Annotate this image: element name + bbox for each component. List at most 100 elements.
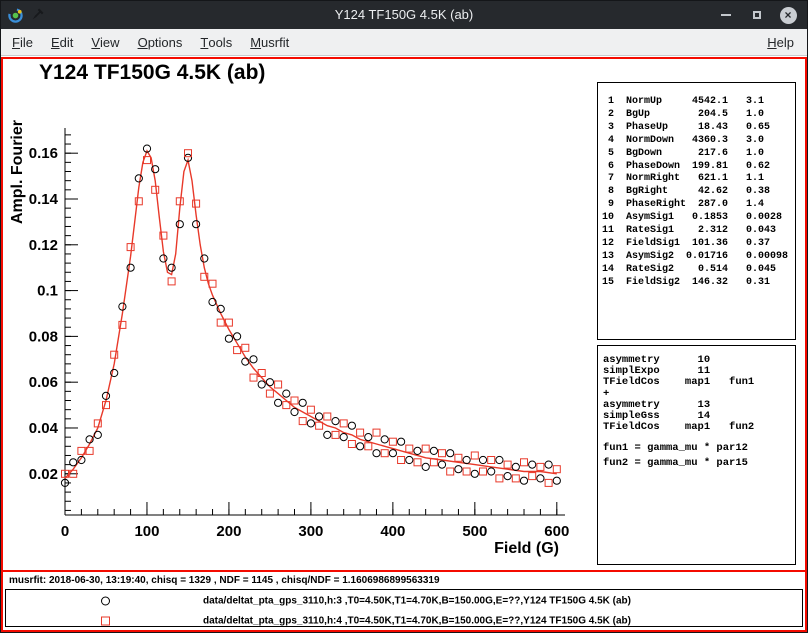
data-point	[520, 477, 527, 484]
svg-text:0.04: 0.04	[29, 420, 59, 437]
app-icon	[8, 8, 23, 23]
parameter-row: 3 PhaseUp 18.43 0.65	[602, 122, 795, 135]
square-marker-icon	[101, 616, 110, 625]
data-point	[135, 175, 142, 182]
parameter-row: 15 FieldSig2 146.32 0.31	[602, 277, 795, 290]
menu-item-tools[interactable]: Tools	[191, 29, 241, 55]
menu-accelerator: F	[12, 35, 20, 50]
menu-item-view[interactable]: View	[82, 29, 128, 55]
data-point	[504, 461, 511, 468]
data-point	[365, 443, 372, 450]
data-point	[217, 319, 224, 326]
data-point	[422, 463, 429, 470]
data-point	[291, 397, 298, 404]
data-point	[266, 379, 273, 386]
data-point	[529, 473, 536, 480]
svg-text:0.16: 0.16	[29, 145, 58, 162]
data-point	[291, 408, 298, 415]
close-button[interactable]: ×	[779, 6, 797, 24]
data-point	[414, 447, 421, 454]
menu-item-musrfit[interactable]: Musrfit	[241, 29, 298, 55]
data-point	[521, 459, 528, 466]
parameter-row: 7 NormRight 621.1 1.1	[602, 173, 795, 186]
parameter-list: 1 NormUp 4542.1 3.1 2 BgUp 204.5 1.0 3 P…	[597, 82, 796, 340]
fit-curve	[65, 151, 557, 479]
parameter-row: 14 RateSig2 0.514 0.045	[602, 264, 795, 277]
titlebar-icons	[1, 8, 44, 23]
data-point	[496, 475, 503, 482]
menu-item-file[interactable]: File	[3, 29, 42, 55]
data-point	[553, 466, 560, 473]
data-point	[447, 468, 454, 475]
svg-text:300: 300	[298, 523, 323, 540]
data-point	[324, 431, 331, 438]
data-point	[471, 470, 478, 477]
menu-item-options[interactable]: Options	[129, 29, 192, 55]
svg-text:0.02: 0.02	[29, 466, 58, 483]
svg-text:600: 600	[544, 523, 569, 540]
data-point	[545, 461, 552, 468]
fit-info-line: musrfit: 2018-06-30, 13:19:40, chisq = 1…	[9, 575, 440, 586]
data-point	[152, 186, 159, 193]
close-icon: ×	[780, 7, 797, 24]
data-point	[242, 344, 249, 351]
menu-accelerator: M	[250, 35, 261, 50]
menu-accelerator: E	[51, 35, 60, 50]
menu-item-edit[interactable]: Edit	[42, 29, 82, 55]
data-point	[389, 450, 396, 457]
minimize-button[interactable]	[717, 6, 735, 24]
data-point	[340, 420, 347, 427]
data-point	[168, 264, 175, 271]
data-point	[463, 456, 470, 463]
data-point	[430, 447, 437, 454]
data-point	[70, 459, 77, 466]
plot-canvas[interactable]: 0.020.040.060.080.10.120.140.16010020030…	[3, 59, 603, 570]
data-point	[365, 434, 372, 441]
data-point	[398, 438, 405, 445]
maximize-icon	[753, 11, 761, 19]
data-point	[209, 280, 216, 287]
parameter-row: 8 BgRight 42.62 0.38	[602, 186, 795, 199]
data-point	[537, 475, 544, 482]
data-point	[553, 477, 560, 484]
series-circle	[61, 145, 560, 487]
data-point	[193, 221, 200, 228]
data-point	[168, 278, 175, 285]
parameter-row: 5 BgDown 217.6 1.0	[602, 148, 795, 161]
y-axis-title: Ampl. Fourier	[9, 120, 26, 224]
data-point	[422, 445, 429, 452]
data-point	[275, 381, 282, 388]
data-point	[234, 333, 241, 340]
data-point	[316, 413, 323, 420]
data-point	[193, 200, 200, 207]
svg-text:0.06: 0.06	[29, 374, 58, 391]
menu-item-help[interactable]: Help	[758, 29, 803, 55]
menu-accelerator: H	[767, 35, 776, 50]
window-controls: ×	[717, 6, 807, 24]
data-point	[340, 434, 347, 441]
root-canvas[interactable]: 0.020.040.060.080.10.120.140.16010020030…	[1, 57, 807, 632]
x-axis-title: Field (G)	[494, 540, 559, 557]
data-point	[348, 422, 355, 429]
function-line: fun2 = gamma_mu * par15	[603, 458, 795, 469]
data-point	[438, 461, 445, 468]
menubar-right: Help	[758, 29, 807, 55]
info-pad: musrfit: 2018-06-30, 13:19:40, chisq = 1…	[3, 570, 805, 630]
parameter-row: 13 AsymSig2 0.01716 0.00098	[602, 251, 795, 264]
data-point	[225, 335, 232, 342]
parameter-row: 1 NormUp 4542.1 3.1	[602, 96, 795, 109]
theory-lines: asymmetry 10simplExpo 11TFieldCos map1 f…	[597, 345, 796, 565]
data-point	[250, 356, 257, 363]
window-title: Y124 TF150G 4.5K (ab)	[1, 1, 807, 29]
parameter-row: 4 NormDown 4360.3 3.0	[602, 135, 795, 148]
data-point	[406, 456, 413, 463]
maximize-button[interactable]	[748, 6, 766, 24]
pin-icon	[30, 8, 44, 22]
application-window: Y124 TF150G 4.5K (ab)	[0, 0, 808, 633]
data-point	[94, 431, 101, 438]
data-point	[373, 429, 380, 436]
data-point	[299, 418, 306, 425]
data-point	[545, 479, 552, 486]
data-point	[439, 450, 446, 457]
data-point	[275, 399, 282, 406]
